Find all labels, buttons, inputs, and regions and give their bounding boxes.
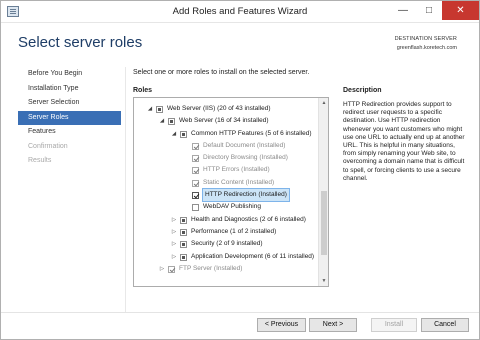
collapse-arrow-icon[interactable]: ◢ [146,103,154,115]
role-checkbox[interactable] [192,142,199,150]
roles-tree-view[interactable]: ◢ Web Server (IIS) (20 of 43 installed) ◢ W… [133,97,329,287]
role-tree-row[interactable]: Static Content (Installed) [134,177,319,189]
role-label: Health and Diagnostics (2 of 6 installed… [191,215,306,223]
role-checkbox[interactable] [192,179,199,187]
wizard-nav: Before You Begin Installation Type Serve… [18,67,121,169]
expand-arrow-icon[interactable]: ▷ [170,251,178,263]
destination-server-label: DESTINATION SERVER [394,36,457,42]
role-tree-row[interactable]: Default Document (Installed) [134,140,319,152]
role-checkbox[interactable] [180,130,187,138]
roles-tree: ◢ Web Server (IIS) (20 of 43 installed) ◢ W… [134,103,319,275]
role-checkbox[interactable] [192,167,199,175]
description-text: HTTP Redirection provides support to red… [343,101,465,182]
previous-button[interactable]: < Previous [257,318,306,332]
scroll-up-arrow-icon[interactable]: ▲ [319,98,328,108]
wizard-window: Add Roles and Features Wizard — □ ✕ Sele… [0,0,480,340]
role-checkbox[interactable] [180,253,187,261]
role-label: FTP Server (Installed) [179,264,243,272]
expand-arrow-icon[interactable]: ▷ [170,238,178,250]
role-label: WebDAV Publishing [203,203,261,211]
collapse-arrow-icon[interactable]: ◢ [170,128,178,140]
role-label: Web Server (IIS) (20 of 43 installed) [167,105,271,112]
close-button[interactable]: ✕ [442,1,479,20]
next-button[interactable]: Next > [309,318,357,332]
install-button: Install [371,318,417,332]
role-checkbox[interactable] [180,216,187,224]
footer-divider [1,312,479,313]
destination-server-name: greenflash.koretech.com [396,45,457,51]
role-label: HTTP Redirection (Installed) [202,188,290,203]
nav-divider [125,67,126,312]
description-heading: Description [343,87,382,94]
role-tree-row[interactable]: ◢ Web Server (16 of 34 installed) [134,115,319,127]
role-tree-row[interactable]: ▷ FTP Server (Installed) [134,263,319,275]
role-label: HTTP Errors (Installed) [203,166,270,174]
minimize-button[interactable]: — [390,1,416,20]
role-label: Directory Browsing (Installed) [203,154,288,162]
role-checkbox[interactable] [180,241,187,249]
role-checkbox[interactable] [192,204,199,212]
role-checkbox[interactable] [180,228,187,236]
instruction-text: Select one or more roles to install on t… [133,69,310,76]
role-label: Application Development (6 of 11 install… [191,252,315,260]
nav-item-confirmation: Confirmation [28,142,68,150]
expand-arrow-icon[interactable]: ▷ [170,226,178,238]
role-checkbox[interactable] [168,118,175,126]
role-checkbox[interactable] [156,106,163,113]
nav-item-server-roles[interactable]: Server Roles [18,110,121,125]
role-label: Web Server (16 of 34 installed) [179,117,269,125]
expand-arrow-icon[interactable]: ▷ [158,263,166,275]
role-tree-row[interactable]: ▷ Application Development (6 of 11 instal… [134,251,319,263]
role-label: Common HTTP Features (5 of 6 installed) [191,129,312,137]
expand-arrow-icon[interactable]: ▷ [170,214,178,226]
nav-item-installation-type[interactable]: Installation Type [18,82,121,97]
collapse-arrow-icon[interactable]: ◢ [158,115,166,127]
scroll-down-arrow-icon[interactable]: ▼ [319,276,328,286]
nav-item-results: Results [28,157,52,164]
nav-item-before-you-begin[interactable]: Before You Begin [18,67,121,82]
scroll-thumb[interactable] [321,191,327,255]
title-bar: Add Roles and Features Wizard — □ ✕ [1,1,479,23]
role-label: Default Document (Installed) [203,141,286,149]
role-tree-row[interactable]: ◢ Web Server (IIS) (20 of 43 installed) [134,103,319,115]
role-tree-row[interactable]: WebDAV Publishing [134,201,319,213]
role-checkbox[interactable] [192,155,199,163]
role-tree-row[interactable]: HTTP Errors (Installed) [134,164,319,176]
nav-item-features[interactable]: Features [18,125,121,140]
roles-heading: Roles [133,87,153,94]
role-label: Performance (1 of 2 installed) [191,227,277,235]
role-tree-row[interactable]: ▷ Security (2 of 9 installed) [134,238,319,250]
vertical-scrollbar[interactable]: ▲ ▼ [318,98,328,286]
role-tree-row[interactable]: Directory Browsing (Installed) [134,152,319,164]
maximize-button[interactable]: □ [416,1,442,20]
page-title: Select server roles [18,34,143,51]
role-tree-row[interactable]: HTTP Redirection (Installed) [134,188,319,203]
role-checkbox[interactable] [192,192,199,200]
nav-item-server-selection[interactable]: Server Selection [18,96,121,111]
cancel-button[interactable]: Cancel [421,318,469,332]
role-label: Security (2 of 9 installed) [191,240,263,248]
role-tree-row[interactable]: ▷ Health and Diagnostics (2 of 6 installe… [134,214,319,226]
role-checkbox[interactable] [168,265,175,273]
role-tree-row[interactable]: ▷ Performance (1 of 2 installed) [134,226,319,238]
role-tree-row[interactable]: ◢ Common HTTP Features (5 of 6 installed) [134,128,319,140]
role-label: Static Content (Installed) [203,178,275,186]
